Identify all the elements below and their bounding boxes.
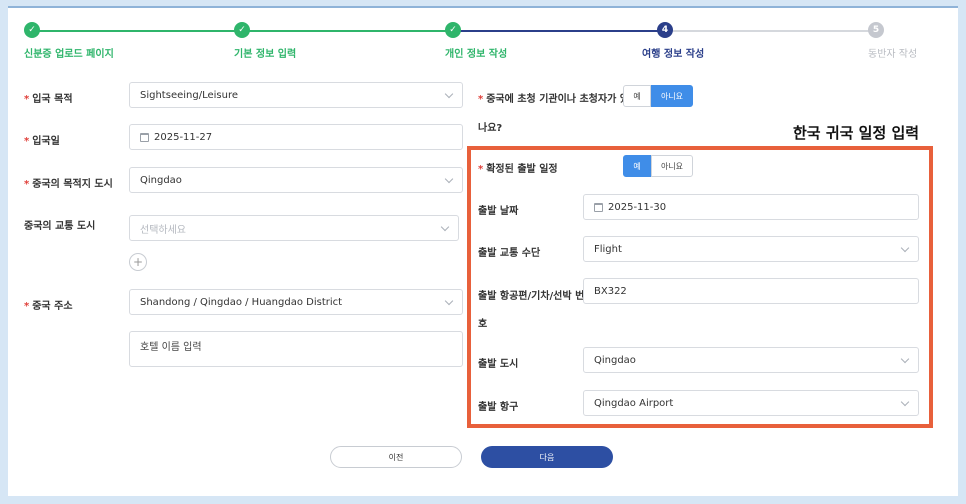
dest-city-select[interactable]: Qingdao (129, 167, 463, 193)
calendar-icon (140, 132, 149, 142)
step-3-check-icon: ✓ (445, 22, 461, 38)
invite-no-button[interactable]: 아니요 (651, 85, 693, 107)
dep-city-label: 출발 도시 (478, 359, 519, 370)
invite-yes-button[interactable]: 예 (623, 85, 651, 107)
invite-label: * 중국에 초청 기관이나 초청자가 있 (478, 94, 629, 105)
entry-date-value: 2025-11-27 (154, 131, 213, 143)
step-5-label: 동반자 작성 (868, 49, 918, 60)
flight-no-label-cont: 호 (478, 319, 488, 330)
invite-toggle: 예 아니요 (623, 85, 693, 107)
dep-port-select[interactable]: Qingdao Airport (583, 390, 919, 416)
dep-date-picker[interactable]: 2025-11-30 (583, 194, 919, 220)
entry-date-label: * 입국일 (24, 136, 60, 147)
confirmed-yes-button[interactable]: 예 (623, 155, 651, 177)
dep-date-label: 출발 날짜 (478, 206, 519, 217)
transit-city-label: 중국의 교통 도시 (24, 221, 96, 232)
address-value: Shandong / Qingdao / Huangdao District (140, 296, 343, 308)
purpose-label: * 입국 목적 (24, 94, 73, 105)
address-label: * 중국 주소 (24, 301, 73, 312)
chevron-down-icon (444, 174, 454, 184)
dep-transport-label: 출발 교통 수단 (478, 248, 541, 259)
dep-transport-value: Flight (594, 243, 622, 255)
chevron-down-icon (900, 243, 910, 253)
progress-stepper: ✓ ✓ ✓ 4 5 신분증 업로드 페이지 기본 정보 입력 개인 정보 작성 … (8, 10, 958, 60)
dep-city-value: Qingdao (594, 354, 636, 366)
dest-city-value: Qingdao (140, 174, 182, 186)
step-1-label: 신분증 업로드 페이지 (24, 49, 114, 60)
step-2-check-icon: ✓ (234, 22, 250, 38)
hotel-name-textarea[interactable]: 호텔 이름 입력 (129, 331, 463, 367)
step-connector (673, 30, 883, 32)
confirmed-no-button[interactable]: 아니요 (651, 155, 693, 177)
calendar-icon (594, 202, 603, 212)
address-select[interactable]: Shandong / Qingdao / Huangdao District (129, 289, 463, 315)
dep-city-select[interactable]: Qingdao (583, 347, 919, 373)
chevron-down-icon (440, 222, 450, 232)
step-4-label: 여행 정보 작성 (642, 49, 705, 60)
chevron-down-icon (900, 397, 910, 407)
chevron-down-icon (900, 354, 910, 364)
purpose-value: Sightseeing/Leisure (140, 89, 238, 101)
add-transit-city-button[interactable]: + (129, 253, 147, 271)
step-4-number-icon: 4 (657, 22, 673, 38)
dep-transport-select[interactable]: Flight (583, 236, 919, 262)
dep-port-value: Qingdao Airport (594, 397, 674, 409)
prev-button[interactable]: 이전 (330, 446, 462, 468)
confirmed-toggle: 예 아니요 (623, 155, 693, 177)
chevron-down-icon (444, 296, 454, 306)
next-button[interactable]: 다음 (481, 446, 613, 468)
dest-city-label: * 중국의 목적지 도시 (24, 179, 113, 190)
flight-no-value: BX322 (594, 285, 627, 297)
dep-port-label: 출발 항구 (478, 402, 519, 413)
step-2-label: 기본 정보 입력 (234, 49, 297, 60)
transit-city-select[interactable]: 선택하세요 (129, 215, 459, 241)
purpose-select[interactable]: Sightseeing/Leisure (129, 82, 463, 108)
step-connector (460, 30, 665, 32)
flight-no-input[interactable]: BX322 (583, 278, 919, 304)
hotel-name-placeholder: 호텔 이름 입력 (140, 342, 202, 353)
step-1-check-icon: ✓ (24, 22, 40, 38)
dep-date-value: 2025-11-30 (608, 201, 667, 213)
entry-date-picker[interactable]: 2025-11-27 (129, 124, 463, 150)
step-connector (32, 30, 252, 32)
invite-label-cont: 나요? (478, 123, 503, 134)
return-schedule-annotation: 한국 귀국 일정 입력 (793, 124, 920, 142)
step-3-label: 개인 정보 작성 (445, 49, 508, 60)
step-connector (252, 30, 460, 32)
confirmed-label: * 확정된 출발 일정 (478, 164, 558, 175)
step-5-number-icon: 5 (868, 22, 884, 38)
chevron-down-icon (444, 89, 454, 99)
transit-city-placeholder: 선택하세요 (140, 224, 186, 236)
flight-no-label: 출발 항공편/기차/선박 번 (478, 291, 585, 302)
